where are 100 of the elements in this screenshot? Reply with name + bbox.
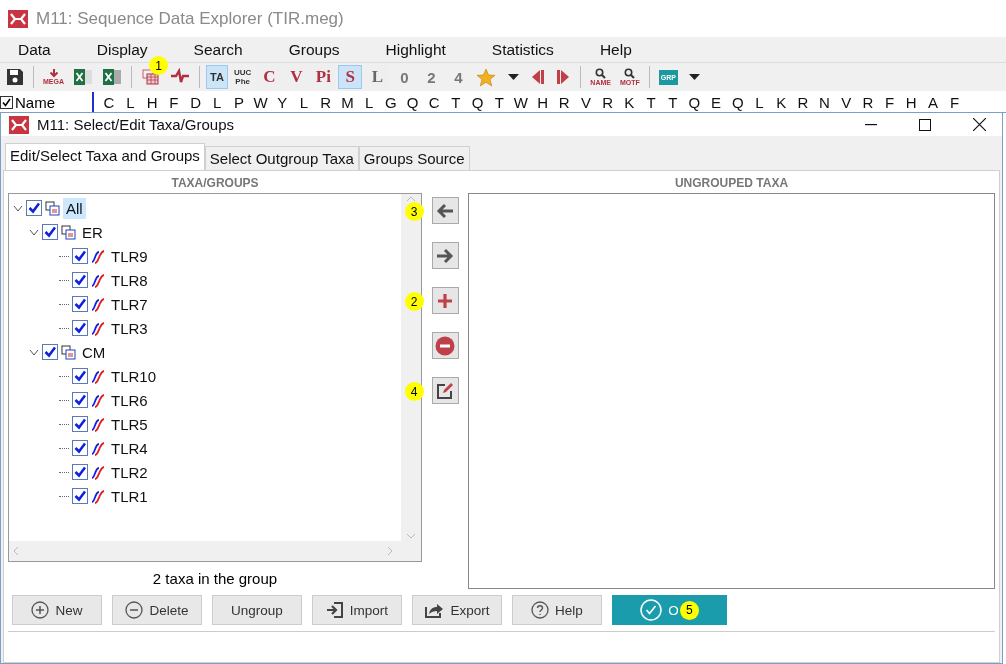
menu-item[interactable]: Highlight <box>385 40 446 59</box>
sequence-icon <box>91 416 105 432</box>
minus-icon <box>125 601 144 619</box>
tree-item[interactable]: TLR9 <box>108 245 151 267</box>
checkbox[interactable] <box>72 416 88 432</box>
checkbox[interactable] <box>72 320 88 336</box>
menu-item[interactable]: Data <box>18 40 51 59</box>
action-button[interactable]: Ungroup <box>212 595 302 625</box>
previous-icon[interactable] <box>530 69 547 85</box>
toolbar-button[interactable]: 2 <box>419 65 444 89</box>
tree-item[interactable]: TLR1 <box>108 485 151 507</box>
tree-item[interactable]: TLR2 <box>108 461 151 483</box>
checkbox[interactable] <box>0 95 13 109</box>
residue-header: H <box>145 93 159 111</box>
tab[interactable]: Edit/Select Taxa and Groups <box>5 143 205 170</box>
toolbar-button[interactable]: 0 <box>392 65 417 89</box>
star-icon[interactable] <box>476 67 497 87</box>
toggle-button[interactable]: S <box>338 65 363 89</box>
side-button[interactable] <box>431 332 459 359</box>
tree-item[interactable]: TLR10 <box>108 365 160 387</box>
checkbox[interactable] <box>72 392 88 408</box>
menu-item[interactable]: Search <box>193 40 243 59</box>
tree-item[interactable]: TLR8 <box>108 269 151 291</box>
tree-item[interactable]: TLR7 <box>108 293 151 315</box>
column-header: Name <box>15 93 55 111</box>
checkbox[interactable] <box>72 296 88 312</box>
action-button[interactable]: Delete <box>112 595 202 625</box>
checkbox[interactable] <box>42 344 58 360</box>
tree-item[interactable]: ER <box>79 221 106 243</box>
sequence-icon <box>91 320 105 336</box>
residue-header: T <box>450 93 462 111</box>
maximize-icon[interactable] <box>919 118 931 131</box>
checkbox[interactable] <box>26 200 42 216</box>
checkbox[interactable] <box>72 464 88 480</box>
checkbox[interactable] <box>72 272 88 288</box>
menu-item[interactable]: Display <box>96 40 148 59</box>
residue-header: K <box>623 93 636 111</box>
tree-item[interactable]: CM <box>79 341 109 363</box>
residue-header: W <box>512 93 529 111</box>
menu-item[interactable]: Groups <box>288 40 340 59</box>
group-icon <box>45 200 60 216</box>
spreadsheet-icon[interactable] <box>102 68 122 86</box>
tree-item[interactable]: TLR3 <box>108 317 151 339</box>
residue-header: V <box>579 93 592 111</box>
sequence-icon <box>91 440 105 456</box>
action-button[interactable]: New <box>12 595 102 625</box>
tree-item[interactable]: TLR5 <box>108 413 151 435</box>
residue-header: Q <box>730 93 745 111</box>
expander-icon[interactable] <box>29 347 39 357</box>
residue-header: L <box>125 93 136 111</box>
save-icon[interactable] <box>6 68 24 86</box>
menu-item[interactable]: Statistics <box>491 40 554 59</box>
sequence-icon <box>91 296 105 312</box>
tab[interactable]: Select Outgroup Taxa <box>204 146 359 170</box>
tree-item[interactable]: TLR6 <box>108 389 151 411</box>
menu-item[interactable]: Help <box>599 40 632 59</box>
residue-header: F <box>949 93 961 111</box>
checkbox[interactable] <box>72 248 88 264</box>
toolbar-button[interactable]: 4 <box>446 65 471 89</box>
residue-header: G <box>383 93 398 111</box>
tab[interactable]: Groups Source <box>358 146 470 170</box>
ok-button[interactable]: O 5 <box>612 595 727 625</box>
side-button[interactable] <box>431 242 459 269</box>
caret-icon[interactable] <box>507 73 519 81</box>
checkbox[interactable] <box>72 440 88 456</box>
residue-header: P <box>232 93 245 111</box>
sequence-icon <box>91 488 105 504</box>
expander-icon[interactable] <box>29 227 39 237</box>
app-logo <box>8 9 28 28</box>
checkbox[interactable] <box>72 368 88 384</box>
sequence-icon <box>91 368 105 384</box>
residue-header: K <box>775 93 788 111</box>
toggle-button[interactable]: TA <box>206 65 228 89</box>
minus-icon <box>435 335 455 356</box>
close-icon[interactable] <box>972 118 986 131</box>
action-button[interactable]: Help <box>512 595 602 625</box>
residue-header: W <box>252 93 269 111</box>
minimize-icon[interactable] <box>865 123 877 126</box>
expander-icon[interactable] <box>13 203 23 213</box>
spreadsheet-icon[interactable] <box>73 68 93 86</box>
check-icon <box>640 599 663 621</box>
sequence-icon <box>91 392 105 408</box>
share-icon <box>424 601 445 619</box>
checkbox[interactable] <box>72 488 88 504</box>
action-button[interactable]: Export <box>412 595 502 625</box>
tree-item[interactable]: All <box>63 197 86 219</box>
window-title: M11: Sequence Data Explorer (TIR.meg) <box>36 8 344 29</box>
action-button[interactable]: Import <box>312 595 402 625</box>
codon-button[interactable]: UUC Phe <box>231 65 255 89</box>
plus-icon <box>31 601 50 619</box>
search-icon <box>595 67 607 79</box>
status-text: 2 taxa in the group <box>151 570 279 587</box>
residue-header: T <box>645 93 657 111</box>
checkbox[interactable] <box>42 224 58 240</box>
residue-header: R <box>601 93 615 111</box>
residue-header: Q <box>470 93 485 111</box>
sequence-icon <box>91 248 105 264</box>
residue-header: T <box>493 93 505 111</box>
caret-icon[interactable] <box>689 73 701 81</box>
tree-item[interactable]: TLR4 <box>108 437 151 459</box>
